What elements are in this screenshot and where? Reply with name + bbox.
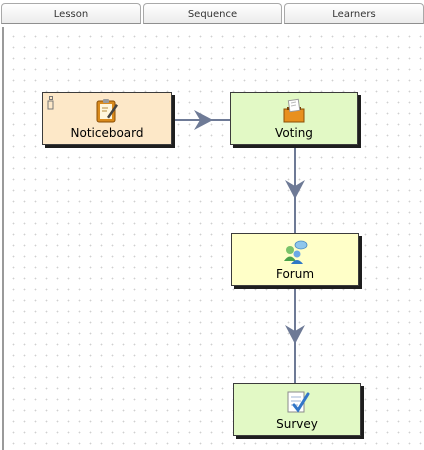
tab-bar: Lesson Sequence Learners (0, 0, 424, 27)
activity-voting[interactable]: Voting (230, 92, 358, 145)
arrow-down-icon (285, 180, 305, 199)
sequence-canvas[interactable]: Noticeboard Voting Forum Survey (2, 27, 424, 450)
tab-lesson[interactable]: Lesson (1, 3, 141, 24)
arrow-right-icon (194, 110, 213, 130)
forum-icon (284, 240, 308, 264)
activity-label: Noticeboard (70, 126, 144, 140)
tab-sequence[interactable]: Sequence (143, 3, 282, 24)
connector-voting-forum (285, 146, 305, 234)
activity-label: Voting (275, 126, 313, 140)
voting-icon (283, 98, 305, 123)
noticeboard-icon (96, 99, 118, 123)
connector-layer (174, 110, 305, 383)
tab-learners[interactable]: Learners (284, 3, 424, 24)
connector-noticeboard-voting (174, 110, 230, 130)
connector-forum-survey (285, 286, 305, 383)
survey-icon (287, 391, 310, 413)
activity-label: Survey (276, 417, 318, 431)
activity-survey[interactable]: Survey (233, 383, 361, 436)
activity-noticeboard[interactable]: Noticeboard (42, 92, 172, 145)
grouping-mark-icon (47, 96, 54, 110)
activity-forum[interactable]: Forum (231, 233, 359, 286)
activity-label: Forum (275, 267, 315, 281)
arrow-down-icon (285, 325, 305, 344)
